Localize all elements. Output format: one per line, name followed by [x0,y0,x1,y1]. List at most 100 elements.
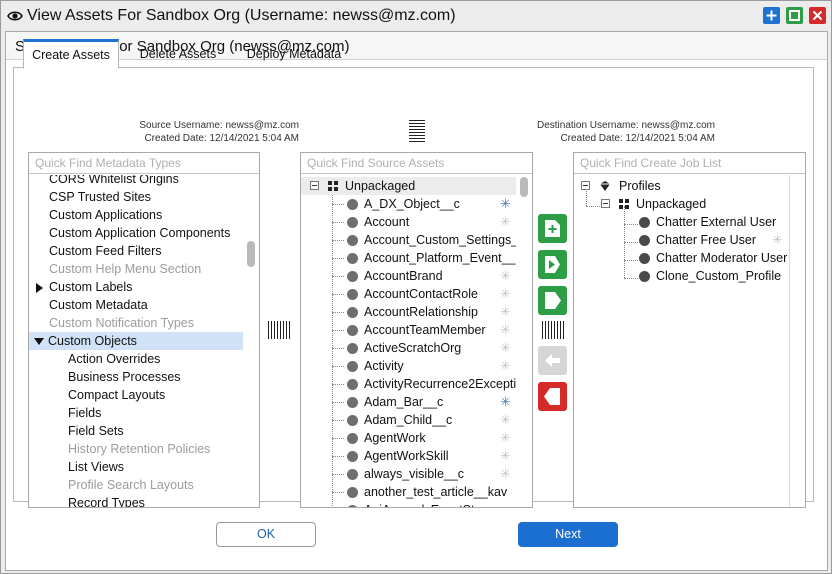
tab-delete-assets[interactable]: Delete Assets [128,39,228,69]
sparkle-icon: ✳ [500,340,511,355]
list-item-child[interactable]: List Views [29,458,259,476]
list-item[interactable]: AccountContactRole ✳ [301,285,516,303]
close-button[interactable] [809,7,826,24]
list-item-label: Custom Labels [49,280,133,294]
list-item[interactable]: ActivityRecurrence2Exception [301,375,516,393]
list-item-child[interactable]: History Retention Policies [29,440,259,458]
list-item[interactable]: AgentWorkSkill ✳ [301,447,516,465]
list-item-child[interactable]: Profile Search Layouts [29,476,259,494]
next-button[interactable]: Next [518,522,618,547]
tree-root-row[interactable]: Unpackaged [301,177,516,195]
list-item[interactable]: Custom Feed Filters [29,242,259,260]
tree-group-row[interactable]: Unpackaged [574,195,789,213]
scroll-thumb[interactable] [247,241,255,267]
collapse-arrow-icon[interactable] [34,338,44,346]
list-item-child[interactable]: Fields [29,404,259,422]
item-dot-icon [347,307,358,318]
item-dot-icon [347,235,358,246]
list-item[interactable]: Account ✳ [301,213,516,231]
list-item-label: Account [364,215,410,229]
list-item[interactable]: Custom Help Menu Section [29,260,259,278]
list-item-child[interactable]: Compact Layouts [29,386,259,404]
job-list-scrollbar[interactable] [789,175,805,507]
list-item[interactable]: always_visible__c ✳ [301,465,516,483]
metadata-types-search-input[interactable] [29,153,259,174]
job-list-search-input[interactable] [574,153,805,174]
list-item[interactable]: Account_Custom_Settings__c [301,231,516,249]
expand-arrow-icon[interactable] [36,282,43,293]
add-selected-button[interactable] [538,214,567,243]
list-item[interactable]: Custom Applications [29,206,259,224]
metadata-scrollbar[interactable] [243,175,259,507]
scroll-thumb[interactable] [520,177,528,197]
list-item-label: always_visible__c [364,467,465,481]
list-item[interactable]: Chatter Free User ✳ [574,231,789,249]
list-item-selected[interactable]: Custom Objects [29,332,259,350]
remove-all-button[interactable] [538,382,567,411]
list-item[interactable]: AccountRelationship ✳ [301,303,516,321]
list-item[interactable]: Custom Metadata [29,296,259,314]
list-item[interactable]: A_DX_Object__c ✳ [301,195,516,213]
tree-line [332,420,344,421]
item-dot-icon [347,271,358,282]
sparkle-icon: ✳ [772,232,783,247]
tab-deploy-metadata[interactable]: Deploy Metadata [238,39,350,69]
list-item[interactable]: Chatter External User [574,213,789,231]
horizontal-resize-handle-icon[interactable] [267,321,293,339]
list-item[interactable]: Custom Notification Types [29,314,259,332]
list-item-child[interactable]: Record Types [29,494,259,507]
add-next-button[interactable] [538,286,567,315]
tree-line [332,474,344,475]
list-item-expandable[interactable]: Custom Labels [29,278,259,296]
diamond-icon [600,181,610,191]
source-created-date: Created Date: 12/14/2021 5:04 AM [144,133,299,144]
vertical-resize-handle-icon[interactable] [409,119,425,145]
restore-button[interactable] [786,7,803,24]
list-item-child[interactable]: Field Sets [29,422,259,440]
tab-create-assets[interactable]: Create Assets [23,39,119,69]
source-assets-search-input[interactable] [301,153,532,174]
list-item[interactable]: Activity ✳ [301,357,516,375]
play-document-icon [545,256,560,273]
list-item[interactable]: Adam_Child__c ✳ [301,411,516,429]
collapse-icon[interactable] [601,199,610,208]
collapse-icon[interactable] [581,181,590,190]
add-all-button[interactable] [538,250,567,279]
remove-selected-button[interactable] [538,346,567,375]
list-item[interactable]: Adam_Bar__c ✳ [301,393,516,411]
source-assets-scrollbar[interactable] [516,175,532,507]
list-item[interactable]: Custom Application Components [29,224,259,242]
list-item-child[interactable]: Business Processes [29,368,259,386]
destination-username: Destination Username: newss@mz.com [537,120,715,131]
list-item-label: Activity [364,359,404,373]
app-window: View Assets For Sandbox Org (Username: n… [0,0,832,574]
tree-root-row[interactable]: Profiles [574,177,789,195]
list-item[interactable]: Clone_Custom_Profile [574,267,789,285]
source-username: Source Username: newss@mz.com [139,120,299,131]
maximize-button[interactable] [763,7,780,24]
collapse-icon[interactable] [310,181,319,190]
list-item[interactable]: Account_Platform_Event__e [301,249,516,267]
add-document-icon [545,220,560,237]
list-item[interactable]: Chatter Moderator User [574,249,789,267]
list-item[interactable]: ApiAnomalyEventStore [301,501,516,507]
list-item[interactable]: ActiveScratchOrg ✳ [301,339,516,357]
sparkle-icon: ✳ [500,466,511,481]
list-item[interactable]: another_test_article__kav [301,483,516,501]
horizontal-resize-handle-icon[interactable] [541,321,567,339]
list-item-child[interactable]: Action Overrides [29,350,259,368]
tree-line [332,438,344,439]
list-item[interactable]: CSP Trusted Sites [29,188,259,206]
list-item[interactable]: AgentWork ✳ [301,429,516,447]
item-dot-icon [347,415,358,426]
list-item-label: ApiAnomalyEventStore [364,501,516,507]
list-item[interactable]: AccountTeamMember ✳ [301,321,516,339]
list-item[interactable]: CORS Whitelist Origins [29,175,259,188]
list-item[interactable]: AccountBrand ✳ [301,267,516,285]
sparkle-icon: ✳ [500,196,511,211]
list-item-label: Adam_Bar__c [364,395,444,409]
tree-line [332,366,344,367]
ok-button[interactable]: OK [216,522,316,547]
tree-line [332,384,344,385]
arrow-tag-icon [545,292,561,309]
